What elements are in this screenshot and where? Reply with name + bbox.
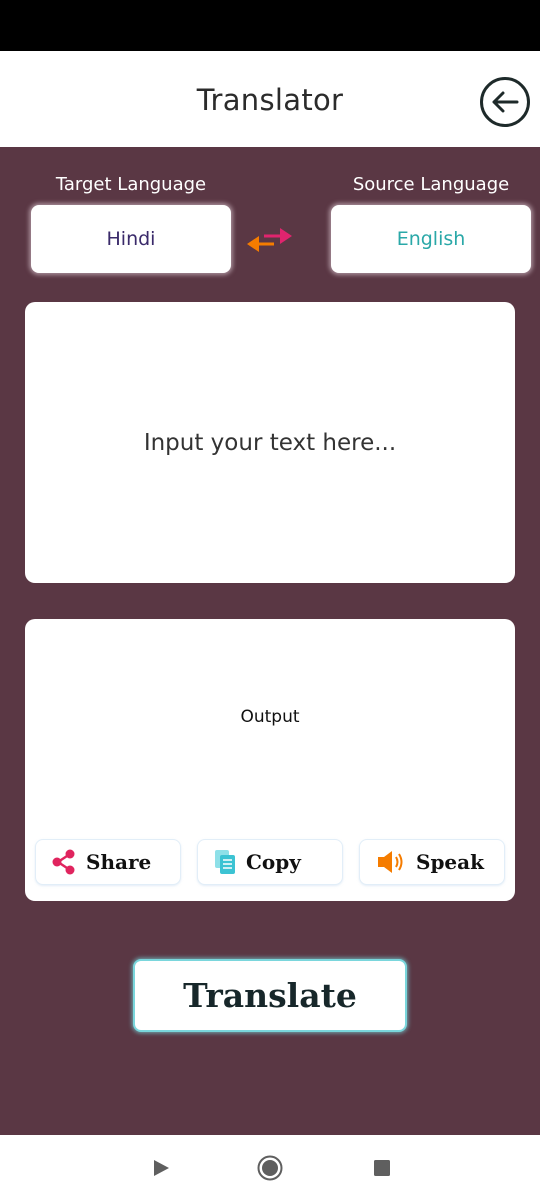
translate-label: Translate — [183, 976, 357, 1015]
nav-home-icon — [257, 1155, 283, 1181]
swap-arrows-icon — [247, 228, 292, 252]
nav-back-button[interactable] — [148, 1155, 174, 1181]
input-placeholder: Input your text here... — [143, 429, 397, 456]
arrow-left-icon — [492, 91, 519, 113]
speak-label: Speak — [416, 850, 484, 874]
page-title: Translator — [196, 83, 344, 117]
translate-button[interactable]: Translate — [133, 959, 407, 1032]
nav-recents-icon — [374, 1160, 390, 1176]
nav-recents-button[interactable] — [369, 1155, 395, 1181]
system-nav-bar — [0, 1135, 540, 1200]
target-language-selector[interactable]: Hindi — [31, 205, 231, 273]
main-content: Target Language Hindi Source Language En… — [0, 147, 540, 1135]
nav-back-icon — [154, 1160, 169, 1176]
copy-icon — [215, 850, 235, 874]
nav-home-button[interactable] — [257, 1155, 283, 1181]
speaker-icon — [378, 851, 403, 873]
swap-languages-button[interactable] — [244, 225, 296, 255]
share-label: Share — [86, 850, 152, 874]
app-bar: Translator — [0, 51, 540, 147]
share-button[interactable]: Share — [35, 839, 181, 885]
back-button[interactable] — [480, 77, 530, 127]
source-language-selector[interactable]: English — [331, 205, 531, 273]
output-text: Output — [240, 707, 300, 727]
copy-label: Copy — [246, 850, 301, 874]
copy-button[interactable]: Copy — [197, 839, 343, 885]
share-icon — [52, 849, 75, 875]
speak-button[interactable]: Speak — [359, 839, 505, 885]
status-bar — [0, 0, 540, 51]
target-language-label: Target Language — [55, 174, 207, 195]
input-text-area[interactable]: Input your text here... — [25, 302, 515, 583]
source-language-label: Source Language — [352, 174, 510, 195]
output-card: Output Share Copy Speak — [25, 619, 515, 901]
